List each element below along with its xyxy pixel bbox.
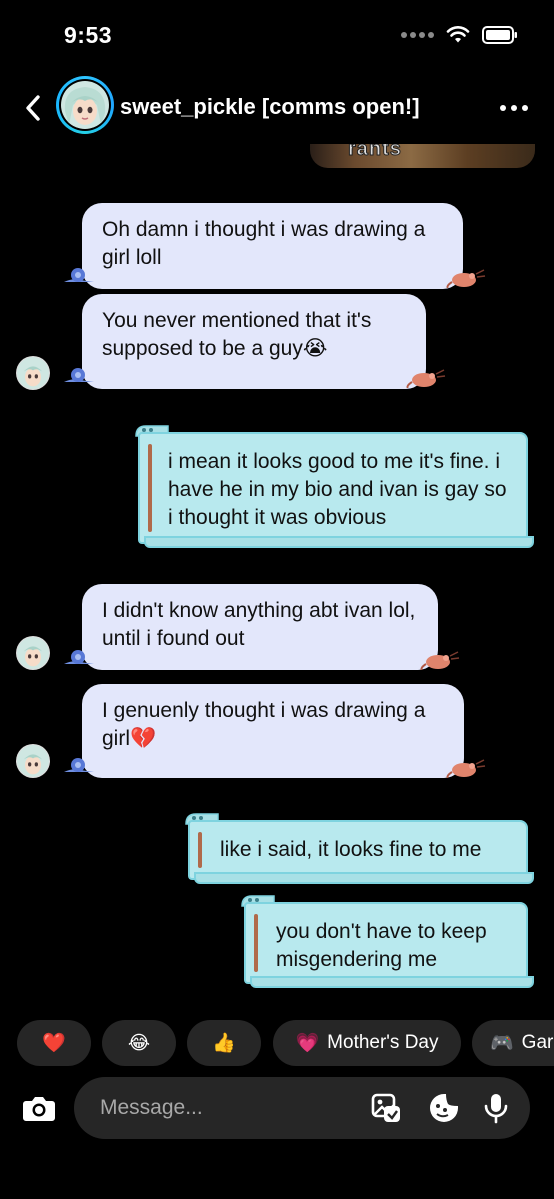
rat-decoration-icon	[446, 269, 486, 288]
message-text: i mean it looks good to me it's fine. i …	[168, 450, 507, 529]
quick-reply-thumbs-up[interactable]: 👍	[187, 1020, 261, 1066]
sender-avatar[interactable]	[16, 744, 50, 778]
quick-reply-mothers-day[interactable]: 💗 Mother's Day	[273, 1020, 461, 1066]
message-field	[74, 1077, 530, 1139]
anime-character-avatar-icon	[17, 637, 49, 669]
message-text: you don't have to keep misgendering me	[276, 920, 487, 971]
message-incoming[interactable]: I genuenly thought i was drawing a girl💔	[82, 684, 464, 778]
message-text: Oh damn i thought i was drawing a girl l…	[102, 218, 426, 269]
message-incoming[interactable]: I didn't know anything abt ivan lol, unt…	[82, 584, 438, 670]
back-button[interactable]	[18, 90, 48, 126]
shared-image[interactable]: rants	[310, 144, 535, 168]
message-outgoing[interactable]: i mean it looks good to me it's fine. i …	[138, 432, 534, 548]
status-bar: 9:53	[0, 0, 554, 70]
sender-avatar[interactable]	[16, 356, 50, 390]
quick-reply-bar: ❤️ 😂 👍 💗 Mother's Day 🎮 Gar	[0, 1020, 554, 1066]
contact-name[interactable]: sweet_pickle [comms open!]	[120, 94, 420, 120]
message-incoming[interactable]: Oh damn i thought i was drawing a girl l…	[82, 203, 463, 289]
message-incoming[interactable]: You never mentioned that it's supposed t…	[82, 294, 426, 389]
camera-button[interactable]	[16, 1085, 62, 1131]
snail-decoration-icon	[64, 758, 94, 772]
microphone-icon	[484, 1094, 508, 1124]
message-text: I genuenly thought i was drawing a girl💔	[102, 699, 426, 750]
voice-button[interactable]	[480, 1092, 512, 1124]
more-options-button[interactable]	[496, 96, 532, 120]
anime-character-avatar-icon	[17, 357, 49, 389]
status-time: 9:53	[64, 22, 113, 48]
cellular-signal-icon	[401, 32, 434, 38]
gallery-button[interactable]	[370, 1092, 402, 1124]
wifi-icon	[446, 26, 470, 43]
sticker-button[interactable]	[428, 1092, 460, 1124]
snail-decoration-icon	[64, 268, 94, 282]
chevron-left-icon	[26, 95, 40, 121]
message-text: like i said, it looks fine to me	[220, 838, 482, 861]
chip-label: Mother's Day	[327, 1032, 439, 1053]
heart-sticker-icon: 💗	[295, 1033, 320, 1054]
anime-character-avatar-icon	[61, 81, 109, 129]
snail-decoration-icon	[64, 650, 94, 664]
chat-header: sweet_pickle [comms open!]	[0, 70, 554, 144]
sender-avatar[interactable]	[16, 636, 50, 670]
gallery-icon	[371, 1093, 400, 1122]
heart-emoji: ❤️	[42, 1033, 66, 1054]
thumbs-up-emoji: 👍	[212, 1033, 236, 1054]
chip-label: Gar	[521, 1032, 554, 1053]
message-outgoing[interactable]: like i said, it looks fine to me	[188, 820, 534, 884]
message-input[interactable]	[100, 1094, 350, 1122]
message-outgoing[interactable]: you don't have to keep misgendering me	[244, 902, 534, 988]
message-composer	[16, 1077, 538, 1139]
quick-reply-games[interactable]: 🎮 Gar	[472, 1020, 554, 1066]
contact-avatar[interactable]	[56, 76, 114, 134]
sticker-icon	[430, 1094, 458, 1122]
quick-reply-heart[interactable]: ❤️	[17, 1020, 91, 1066]
message-text: I didn't know anything abt ivan lol, unt…	[102, 599, 416, 650]
anime-character-avatar-icon	[17, 745, 49, 777]
laughing-emoji: 😂	[127, 1032, 151, 1054]
shared-image-caption: rants	[348, 144, 402, 161]
battery-icon	[482, 26, 517, 44]
message-text: You never mentioned that it's supposed t…	[102, 309, 372, 360]
quick-reply-laugh[interactable]: 😂	[102, 1020, 176, 1066]
rat-decoration-icon	[446, 759, 486, 778]
game-controller-icon: 🎮	[490, 1033, 514, 1054]
rat-decoration-icon	[406, 369, 446, 388]
rat-decoration-icon	[420, 651, 460, 670]
status-icons	[401, 26, 518, 44]
camera-icon	[23, 1097, 55, 1121]
snail-decoration-icon	[64, 368, 94, 382]
